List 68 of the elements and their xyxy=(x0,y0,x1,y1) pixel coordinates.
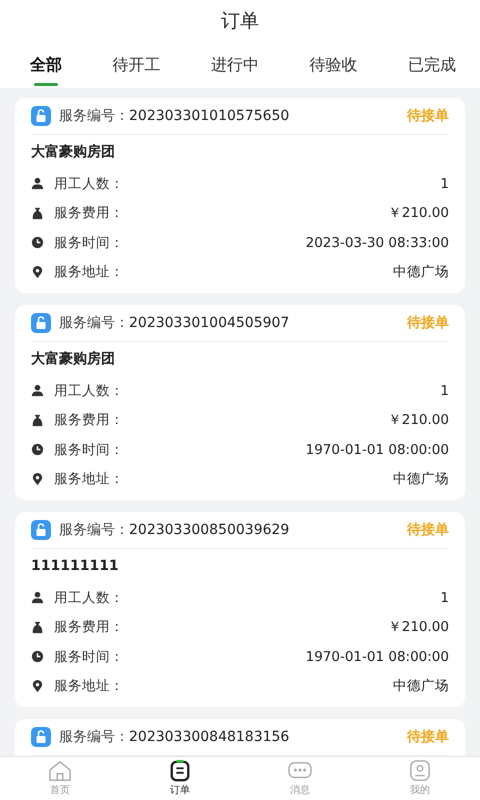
field-label: 服务地址： xyxy=(54,470,124,488)
home-icon xyxy=(47,760,73,782)
clock-icon xyxy=(31,650,44,664)
lock-icon xyxy=(31,106,51,126)
service-number: 202303301010575650 xyxy=(129,108,290,124)
field-value: 中德广场 xyxy=(393,470,449,488)
lock-icon xyxy=(31,520,51,540)
order-card[interactable]: 服务编号：202303301004505907 待接单 大富豪购房团 用工人数： 1 服务费用： ￥210.00 服务时间： 1970-01-01 08:00:00 服务地址： 中德广场 xyxy=(15,305,465,500)
nav-item[interactable]: 订单 xyxy=(120,757,240,800)
order-name: 大富豪购房团 xyxy=(31,142,116,162)
order-name: 大富豪购房团 xyxy=(31,350,116,369)
location-pin-icon xyxy=(31,680,44,693)
order-name: 111111111 xyxy=(31,557,120,576)
order-card[interactable]: 服务编号：202303301010575650 待接单 大富豪购房团 用工人数： 1 服务费用： ￥210.00 服务时间： 2023-03-30 08:33:00 服务地址： 中德广场 xyxy=(15,98,465,293)
person-icon xyxy=(31,384,44,398)
field-value: 1 xyxy=(440,590,449,606)
order-status: 待接单 xyxy=(407,107,449,125)
service-number-label: 服务编号： xyxy=(59,521,129,539)
tab[interactable]: 全部 xyxy=(22,42,70,88)
lock-icon xyxy=(31,313,51,333)
profile-icon xyxy=(407,760,433,782)
field-value: ￥210.00 xyxy=(388,204,449,222)
field-value: 1970-01-01 08:00:00 xyxy=(306,442,449,458)
clock-icon xyxy=(31,443,44,456)
tab[interactable]: 待验收 xyxy=(302,42,366,88)
field-label: 服务费用： xyxy=(54,411,124,430)
field-label: 服务时间： xyxy=(54,648,124,666)
page-title: 订单 xyxy=(221,9,259,34)
service-number: 202303300848183156 xyxy=(129,729,290,745)
order-status: 待接单 xyxy=(407,521,449,539)
field-label: 服务地址： xyxy=(54,677,124,696)
field-label: 用工人数： xyxy=(54,588,124,607)
location-pin-icon xyxy=(31,472,44,486)
tab[interactable]: 已完成 xyxy=(400,42,464,88)
field-value: 1 xyxy=(440,382,449,399)
money-bag-icon xyxy=(31,620,44,634)
field-value: ￥210.00 xyxy=(388,411,449,430)
field-value: 1 xyxy=(440,176,449,192)
order-status: 待接单 xyxy=(407,728,449,746)
field-label: 服务费用： xyxy=(54,618,124,636)
field-value: 中德广场 xyxy=(393,263,449,282)
service-number-label: 服务编号： xyxy=(59,107,129,125)
field-label: 服务地址： xyxy=(54,263,124,282)
lock-icon xyxy=(31,727,51,747)
service-number: 202303301004505907 xyxy=(129,315,290,331)
order-card[interactable]: 服务编号：202303300850039629 待接单 111111111 用工人数： 1 服务费用： ￥210.00 服务时间： 1970-01-01 08:00:00 服务地址： 中德广场 xyxy=(15,512,465,707)
person-icon xyxy=(31,177,44,190)
location-pin-icon xyxy=(31,266,44,279)
field-label: 用工人数： xyxy=(54,174,124,193)
clock-icon xyxy=(31,236,44,250)
order-card[interactable]: 服务编号：202303300848183156 待接单 xyxy=(15,719,465,756)
money-bag-icon xyxy=(31,414,44,427)
service-number: 202303300850039629 xyxy=(129,522,290,538)
person-icon xyxy=(31,591,44,604)
field-label: 服务时间： xyxy=(54,234,124,252)
service-number-label: 服务编号： xyxy=(59,314,129,332)
tab[interactable]: 进行中 xyxy=(203,42,267,88)
field-value: 1970-01-01 08:00:00 xyxy=(306,648,449,665)
field-label: 服务费用： xyxy=(54,204,124,222)
order-status: 待接单 xyxy=(407,314,449,332)
field-label: 用工人数： xyxy=(54,382,124,400)
field-value: ￥210.00 xyxy=(388,618,449,636)
service-number-label: 服务编号： xyxy=(59,728,129,746)
tab[interactable]: 待开工 xyxy=(104,42,168,88)
field-value: 2023-03-30 08:33:00 xyxy=(306,234,449,251)
money-bag-icon xyxy=(31,206,44,220)
field-label: 服务时间： xyxy=(54,440,124,459)
field-value: 中德广场 xyxy=(393,677,449,696)
